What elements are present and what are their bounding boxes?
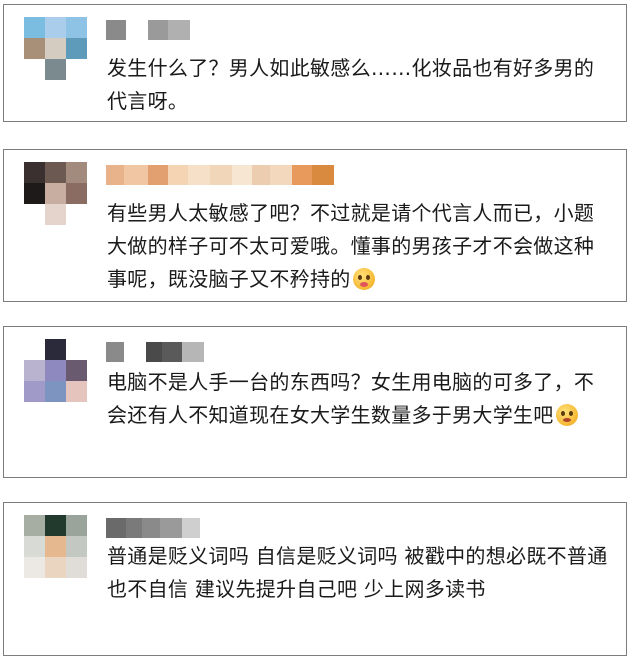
avatar-pixel (24, 536, 45, 557)
avatar-pixel (45, 183, 66, 204)
username-pixel (148, 165, 168, 185)
username-pixel (126, 20, 148, 40)
username-pixel (312, 165, 334, 185)
avatar-pixel (66, 381, 87, 402)
avatar-pixel (45, 339, 66, 360)
avatar-pixel (24, 339, 45, 360)
avatar-pixel (66, 339, 87, 360)
avatar-pixel (45, 59, 66, 80)
avatar-pixel (45, 557, 66, 578)
avatar-pixel (24, 59, 45, 80)
comment-card: 发生什么了？男人如此敏感么……化妆品也有好多男的代言呀。 (3, 4, 627, 122)
avatar[interactable] (24, 515, 87, 578)
avatar-pixel (66, 557, 87, 578)
avatar-pixel (45, 17, 66, 38)
username-pixel (106, 342, 124, 362)
comment-card: 有些男人太敏感了吧？不过就是请个代言人而已，小题大做的样子可不太可爱哦。懂事的男… (3, 149, 627, 302)
avatar-pixel (66, 162, 87, 183)
avatar-pixel (24, 557, 45, 578)
username-pixel (124, 342, 146, 362)
avatar-pixel (66, 204, 87, 225)
avatar-pixel (45, 381, 66, 402)
avatar-pixel (45, 515, 66, 536)
username-pixel (168, 20, 190, 40)
avatar-pixel (66, 536, 87, 557)
avatar-pixel (66, 515, 87, 536)
avatar[interactable] (24, 339, 87, 402)
username[interactable] (106, 342, 204, 362)
avatar-pixel (66, 183, 87, 204)
pleading-face-emoji-icon (555, 404, 578, 426)
username-pixel (252, 165, 270, 185)
username[interactable] (106, 20, 190, 40)
avatar-pixel (45, 204, 66, 225)
avatar-pixel (45, 536, 66, 557)
username-pixel (270, 165, 292, 185)
username-pixel (210, 165, 232, 185)
username-pixel (124, 165, 148, 185)
username-pixel (106, 165, 124, 185)
avatar-pixel (24, 17, 45, 38)
avatar-pixel (66, 360, 87, 381)
avatar-pixel (24, 515, 45, 536)
avatar-pixel (66, 17, 87, 38)
username-pixel (160, 518, 182, 538)
username-pixel (148, 20, 168, 40)
comment-card: 普通是贬义词吗 自信是贬义词吗 被戳中的想必既不普通也不自信 建议先提升自己吧 … (3, 502, 627, 656)
username-pixel (182, 518, 200, 538)
avatar-pixel (45, 38, 66, 59)
comment-text-content: 有些男人太敏感了吧？不过就是请个代言人而已，小题大做的样子可不太可爱哦。懂事的男… (107, 201, 595, 291)
avatar-pixel (45, 162, 66, 183)
avatar[interactable] (24, 162, 87, 225)
avatar-pixel (24, 360, 45, 381)
avatar-pixel (24, 183, 45, 204)
comment-text: 普通是贬义词吗 自信是贬义词吗 被戳中的想必既不普通也不自信 建议先提升自己吧 … (107, 544, 608, 601)
username-pixel (126, 518, 142, 538)
avatar-pixel (24, 38, 45, 59)
username-pixel (182, 342, 204, 362)
avatar-pixel (24, 381, 45, 402)
avatar-pixel (24, 162, 45, 183)
username-pixel (232, 165, 252, 185)
username-pixel (188, 165, 210, 185)
username-pixel (162, 342, 182, 362)
username-pixel (292, 165, 312, 185)
avatar-pixel (66, 38, 87, 59)
username-pixel (168, 165, 188, 185)
username-pixel (146, 342, 162, 362)
comment-text: 有些男人太敏感了吧？不过就是请个代言人而已，小题大做的样子可不太可爱哦。懂事的男… (107, 197, 612, 296)
savoring-face-emoji-icon (352, 268, 375, 290)
comment-text: 发生什么了？男人如此敏感么……化妆品也有好多男的代言呀。 (107, 56, 595, 113)
username-pixel (142, 518, 160, 538)
username-pixel (106, 20, 126, 40)
comment-text-content: 电脑不是人手一台的东西吗？女生用电脑的可多了，不会还有人不知道现在女大学生数量多… (107, 370, 595, 427)
comment-card: 电脑不是人手一台的东西吗？女生用电脑的可多了，不会还有人不知道现在女大学生数量多… (3, 326, 627, 478)
avatar-pixel (24, 204, 45, 225)
username-pixel (106, 518, 126, 538)
avatar-pixel (45, 360, 66, 381)
username[interactable] (106, 165, 334, 185)
username[interactable] (106, 518, 200, 538)
avatar[interactable] (24, 17, 87, 80)
avatar-pixel (66, 59, 87, 80)
comment-text: 电脑不是人手一台的东西吗？女生用电脑的可多了，不会还有人不知道现在女大学生数量多… (107, 366, 612, 432)
